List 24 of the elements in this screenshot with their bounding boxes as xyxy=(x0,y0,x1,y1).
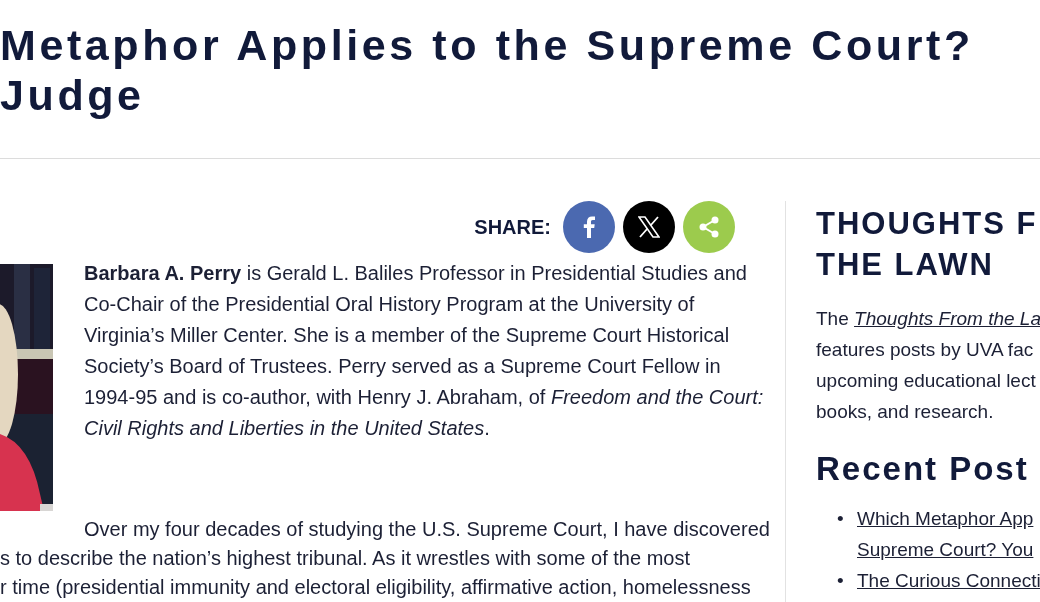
article-text: Over my four decades of studying the U.S. Supreme Court, I have discovered xyxy=(84,517,770,542)
sidebar-text: upcoming educational lect xyxy=(816,369,1036,393)
sidebar-link[interactable]: Thoughts From the La xyxy=(854,308,1040,329)
share-icon xyxy=(698,216,720,238)
facebook-share-button[interactable] xyxy=(563,201,615,253)
sidebar-title: THOUGHTS F xyxy=(816,205,1038,243)
facebook-icon xyxy=(583,216,595,238)
bullet: • xyxy=(837,507,845,531)
sidebar-title: THE LAWN xyxy=(816,246,994,284)
bullet: • xyxy=(837,569,845,593)
x-share-button[interactable] xyxy=(623,201,675,253)
recent-post-link[interactable]: Which Metaphor App Supreme Court? You xyxy=(857,503,1034,565)
share-label: SHARE: xyxy=(474,215,551,240)
sidebar-text: books, and research. xyxy=(816,400,994,424)
article-text: r time (presidential immunity and electoral eligibility, affirmative action, homelessness xyxy=(0,575,751,600)
article-title: Judge xyxy=(0,70,145,120)
article-text: s to describe the nation’s highest tribunal. As it wrestles with some of the most xyxy=(0,546,690,571)
sidebar-text: The xyxy=(816,308,849,329)
sidebar-text: features posts by UVA fac xyxy=(816,338,1034,362)
author-bio: Barbara A. Perry is Gerald L. Baliles Professor in Presidential Studies and Co-Chair of the Presidential Oral History Program at the University of Virginia’s Miller Center. She is a member of the Supreme Court Historical Society’s Board of Trustees. Perry served as a Supreme Court Fellow in 1994-95 and is co-author, with Henry J. Abraham, of Freedom and the Court: Civil Rights and Liberties in the United States. xyxy=(84,261,765,441)
x-icon xyxy=(638,216,660,238)
recent-post-link[interactable]: The Curious Connecti xyxy=(857,565,1040,596)
article-title: Metaphor Applies to the Supreme Court? xyxy=(0,20,974,70)
recent-posts-heading: Recent Post xyxy=(816,449,1029,489)
